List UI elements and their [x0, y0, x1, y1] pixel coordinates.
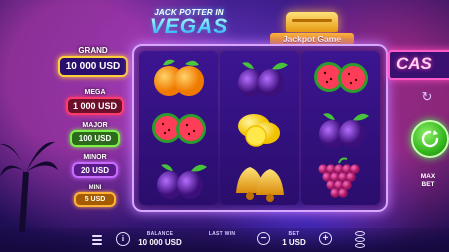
jackpot-minor: MINOR 20 USD: [72, 154, 118, 178]
jackpot-major-value: 100 USD: [70, 130, 120, 147]
info-icon[interactable]: i: [116, 232, 130, 246]
jackpot-grand-name: GRAND: [78, 46, 108, 55]
jackpot-mega-name: MEGA: [84, 89, 106, 96]
game-title-line2: VEGAS: [141, 15, 237, 39]
balance-value: 10 000 USD: [138, 238, 182, 247]
jackpot-major: MAJOR 100 USD: [70, 122, 120, 147]
jackpot-grand: GRAND 10 000 USD: [58, 46, 128, 77]
jackpot-minor-value: 20 USD: [72, 162, 118, 178]
grapes-symbol: [301, 153, 380, 204]
max-bet-label-1: MAX: [420, 173, 436, 180]
watermelon-symbol: [139, 102, 218, 153]
jackpot-mini-value: 5 USD: [74, 192, 116, 207]
bell-icon: [236, 167, 284, 202]
watermelon-icon: [152, 113, 206, 144]
reel-3: [301, 51, 380, 205]
plum-symbol: [139, 153, 218, 204]
orange-icon: [154, 59, 204, 96]
lemon-icon: [238, 114, 280, 147]
jackpot-mega: MEGA 1 000 USD: [66, 89, 124, 115]
balance-display: BALANCE 10 000 USD: [138, 231, 182, 247]
jackpot-minor-name: MINOR: [83, 154, 107, 161]
plum-symbol: [301, 102, 380, 153]
bet-label: BET: [288, 231, 300, 237]
max-bet-button[interactable]: MAX BET: [413, 173, 443, 189]
coins-icon[interactable]: [355, 231, 365, 248]
plus-icon: +: [322, 233, 329, 244]
jackpot-grand-value: 10 000 USD: [58, 56, 128, 77]
bet-value: 1 USD: [282, 238, 306, 247]
reel-2: [220, 51, 299, 205]
reel-1: [139, 51, 218, 205]
plum-icon: [157, 164, 207, 199]
minus-icon: −: [260, 233, 267, 244]
reels-frame: [132, 44, 388, 212]
plum-icon: [238, 62, 288, 97]
autoplay-icon[interactable]: ↻: [420, 90, 434, 104]
bet-increase-button[interactable]: +: [319, 232, 332, 245]
max-bet-label-2: BET: [421, 181, 435, 188]
watermelon-icon: [314, 62, 368, 93]
bottom-bar: i BALANCE 10 000 USD LAST WIN − BET 1 US…: [0, 228, 449, 252]
watermelon-symbol: [301, 51, 380, 102]
spin-button[interactable]: [411, 120, 449, 158]
game-title: JACK POTTER IN VEGAS: [141, 8, 237, 39]
last-win-label: LAST WIN: [208, 231, 236, 237]
bell-symbol: [220, 153, 299, 204]
treasure-chest-icon: [286, 12, 338, 32]
jackpot-mega-value: 1 000 USD: [66, 97, 124, 115]
menu-icon[interactable]: [92, 235, 102, 245]
jackpot-game-badge: Jackpot Game: [270, 12, 354, 48]
jackpot-mini: MINI 5 USD: [74, 185, 116, 207]
jackpot-major-name: MAJOR: [82, 122, 108, 129]
palm-tree-decoration: [0, 141, 58, 232]
bet-display: BET 1 USD: [280, 231, 308, 247]
orange-symbol: [139, 51, 218, 102]
last-win-display: LAST WIN: [204, 231, 240, 238]
lemon-symbol: [220, 102, 299, 153]
bet-decrease-button[interactable]: −: [257, 232, 270, 245]
plum-symbol: [220, 51, 299, 102]
balance-label: BALANCE: [146, 231, 174, 237]
jackpot-mini-name: MINI: [88, 185, 102, 191]
spin-icon: [421, 130, 439, 148]
plum-icon: [319, 113, 369, 148]
grapes-icon: [318, 157, 360, 198]
casino-neon-sign: CAS: [388, 50, 449, 80]
